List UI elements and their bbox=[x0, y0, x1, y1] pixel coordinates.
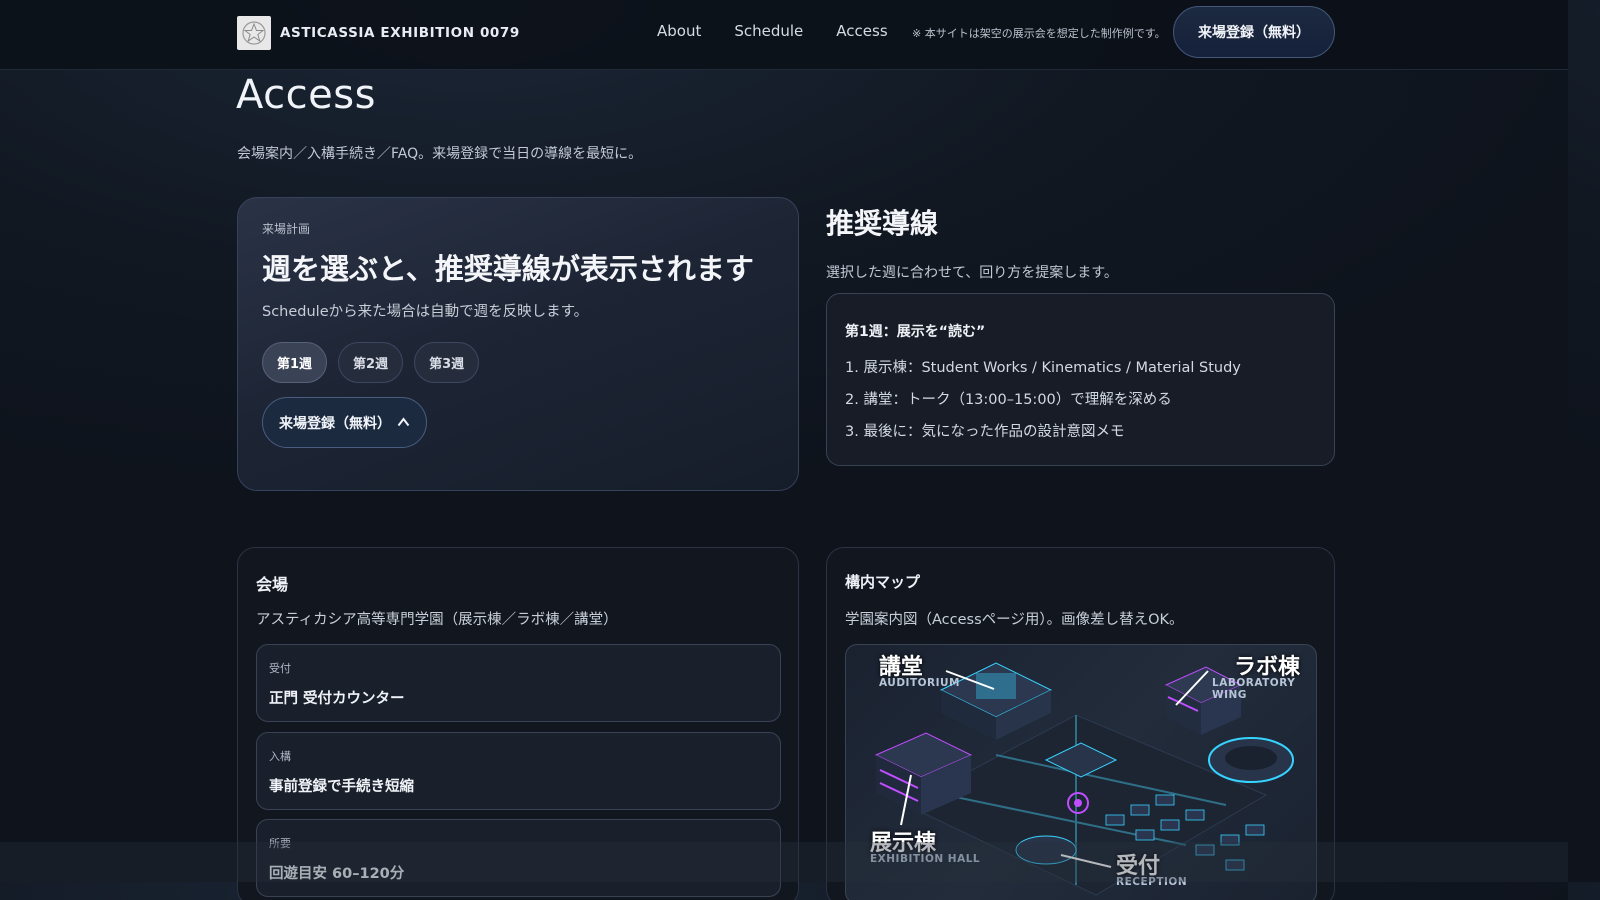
register-button[interactable]: 来場登録（無料） bbox=[1173, 6, 1335, 58]
route-steps: 1. 展示棟：Student Works / Kinematics / Mate… bbox=[845, 356, 1241, 452]
nav-about[interactable]: About bbox=[657, 22, 701, 40]
visit-plan-card: 来場計画 週を選ぶと、推奨導線が表示されます Scheduleから来た場合は自動… bbox=[237, 197, 799, 491]
nav-access[interactable]: Access bbox=[836, 22, 887, 40]
map-title: 構内マップ bbox=[845, 573, 921, 591]
venue-description: アスティカシア高等専門学園（展示棟／ラボ棟／講堂） bbox=[256, 612, 618, 628]
page-subtitle: 会場案内／入構手続き／FAQ。来場登録で当日の導線を最短に。 bbox=[237, 146, 643, 162]
site-header: ASTICASSIA EXHIBITION 0079 About Schedul… bbox=[0, 0, 1568, 70]
route-card: 第1週：展示を“読む” 1. 展示棟：Student Works / Kinem… bbox=[826, 293, 1335, 466]
week-3-button[interactable]: 第3週 bbox=[414, 342, 480, 383]
route-step: 2. 講堂：トーク（13:00–15:00）で理解を深める bbox=[845, 392, 1172, 408]
main-nav: About Schedule Access bbox=[657, 22, 921, 40]
nav-schedule[interactable]: Schedule bbox=[734, 22, 803, 40]
page-title: Access bbox=[236, 72, 376, 118]
plan-heading: 週を選ぶと、推奨導線が表示されます bbox=[262, 252, 754, 286]
route-subtitle: 選択した週に合わせて、回り方を提案します。 bbox=[826, 265, 1118, 281]
logo-emblem-icon bbox=[237, 16, 271, 50]
info-label: 入構 bbox=[269, 750, 291, 763]
info-value: 正門 受付カウンター bbox=[269, 691, 405, 707]
info-label: 受付 bbox=[269, 662, 291, 675]
plan-eyebrow: 来場計画 bbox=[262, 222, 311, 236]
map-sublabel-lab: LABORATORY WING bbox=[1212, 677, 1296, 701]
route-title: 推奨導線 bbox=[826, 207, 939, 240]
map-description: 学園案内図（Accessページ用）。画像差し替えOK。 bbox=[845, 612, 1184, 628]
chevron-up-icon bbox=[397, 415, 410, 431]
fiction-notice: ※ 本サイトは架空の展示会を想定した制作例です。 bbox=[912, 27, 1166, 40]
route-step: 3. 最後に：気になった作品の設計意図メモ bbox=[845, 424, 1125, 440]
venue-title: 会場 bbox=[256, 575, 289, 594]
info-entry: 入構 事前登録で手続き短縮 bbox=[256, 732, 781, 810]
route-card-title: 第1週：展示を“読む” bbox=[845, 324, 986, 340]
week-2-button[interactable]: 第2週 bbox=[338, 342, 404, 383]
bottom-overlay bbox=[0, 842, 1568, 882]
info-reception: 受付 正門 受付カウンター bbox=[256, 644, 781, 722]
map-sublabel-auditorium: AUDITORIUM bbox=[879, 677, 961, 689]
week-1-button[interactable]: 第1週 bbox=[262, 342, 328, 383]
plan-register-button[interactable]: 来場登録（無料） bbox=[262, 397, 427, 448]
brand[interactable]: ASTICASSIA EXHIBITION 0079 bbox=[237, 16, 520, 50]
plan-register-label: 来場登録（無料） bbox=[279, 415, 391, 432]
route-step: 1. 展示棟：Student Works / Kinematics / Mate… bbox=[845, 360, 1241, 376]
info-value: 事前登録で手続き短縮 bbox=[269, 779, 414, 795]
week-selector: 第1週 第2週 第3週 bbox=[262, 342, 490, 383]
plan-description: Scheduleから来た場合は自動で週を反映します。 bbox=[262, 304, 589, 320]
brand-name: ASTICASSIA EXHIBITION 0079 bbox=[280, 25, 520, 41]
